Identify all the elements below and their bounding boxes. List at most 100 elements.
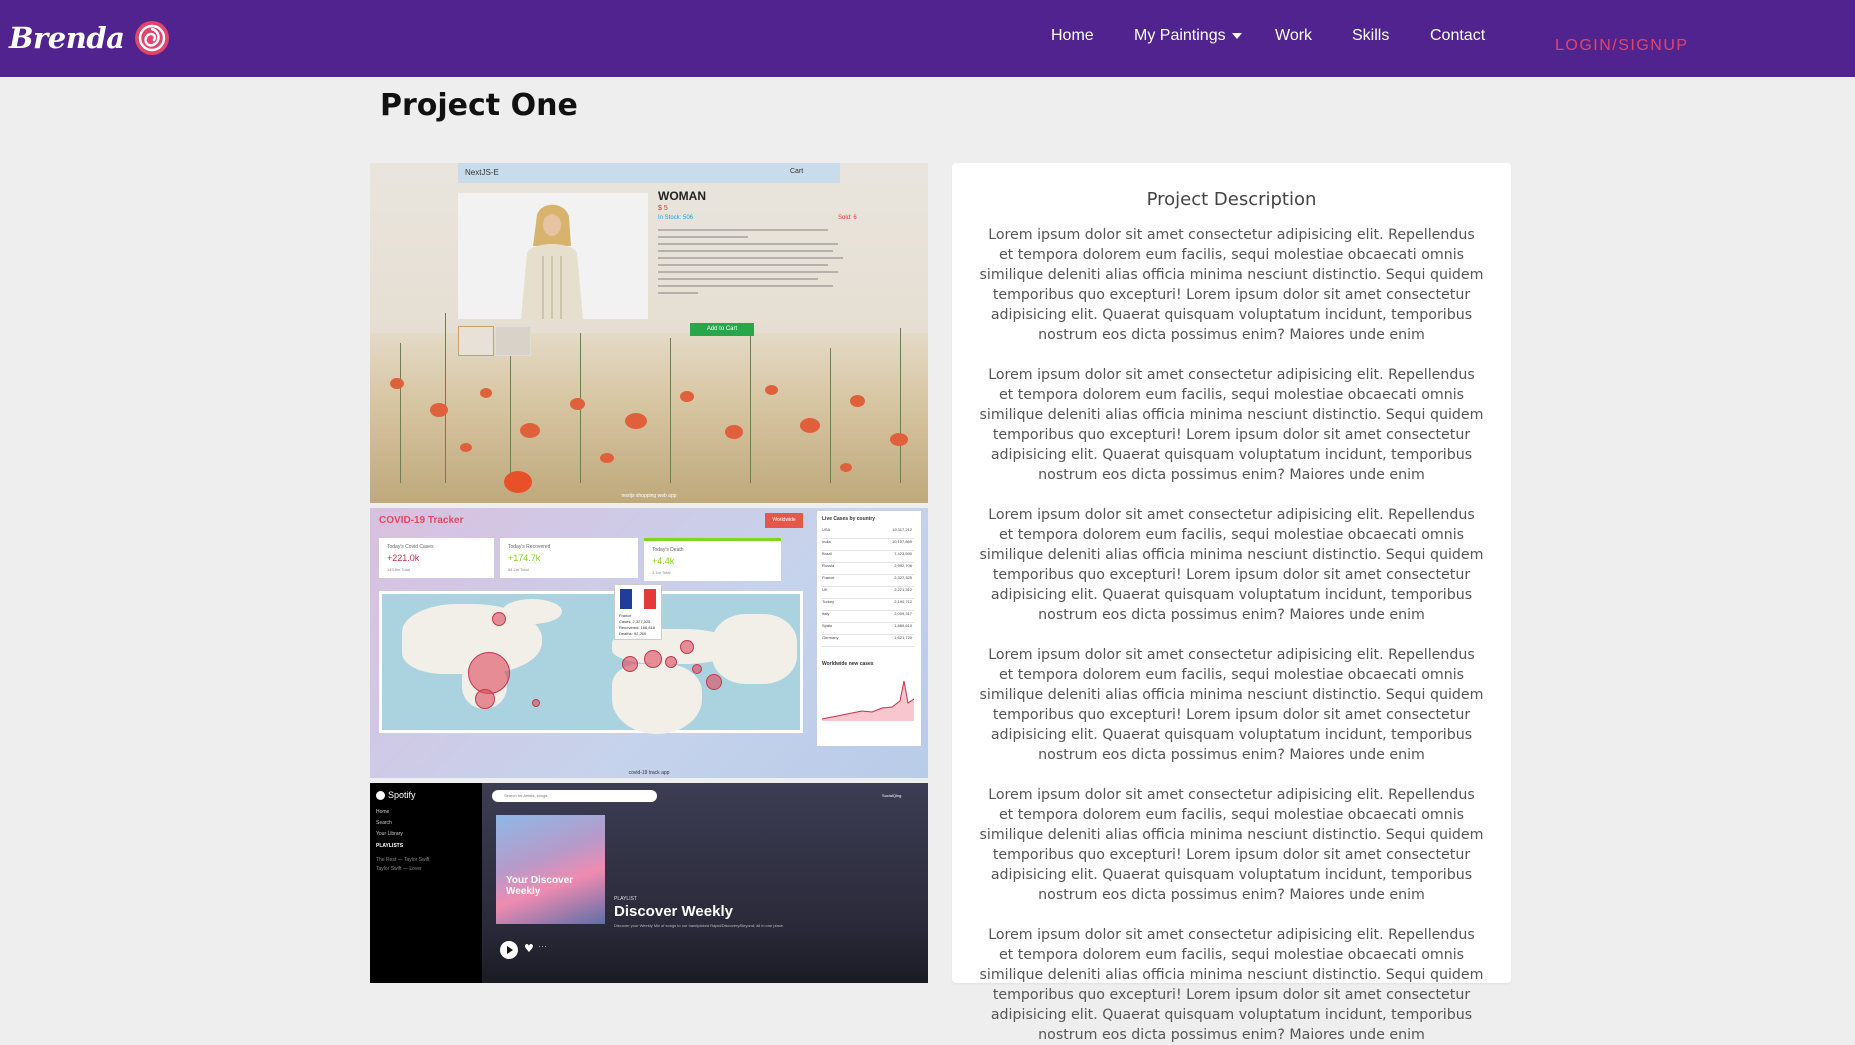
country-value: 2,009,317 [894, 611, 912, 616]
product-photo [458, 193, 648, 319]
nav-work[interactable]: Work [1275, 27, 1312, 45]
card-value: +221.0k [387, 553, 420, 563]
country-value: 2,221,312 [894, 587, 912, 592]
nav-home[interactable]: Home [1051, 27, 1094, 45]
covid-map-popup: France Cases: 2,327,325 Recovered: 168,8… [614, 584, 662, 640]
card-label: Today's Recovered [508, 544, 551, 550]
popup-details: France Cases: 2,327,325 Recovered: 168,8… [619, 613, 655, 637]
country-value: 1,621,720 [894, 635, 912, 640]
country-name: Brazil [822, 551, 833, 556]
spotify-user: SocialQing [882, 793, 902, 798]
nav-my-paintings[interactable]: My Paintings [1134, 27, 1242, 45]
heart-icon: ♥ [524, 942, 534, 955]
country-name: Italy [822, 611, 830, 616]
country-name: Spain [822, 623, 833, 628]
country-name: France [822, 575, 835, 580]
description-title: Project Description [1146, 189, 1317, 210]
nav-my-paintings-label: My Paintings [1134, 27, 1226, 44]
product-price: $ 5 [658, 205, 668, 212]
country-value: 10,107,869 [891, 539, 912, 544]
spotify-nav-home: Home [376, 809, 390, 815]
card-sub: 3.1m Total [652, 570, 671, 575]
card-label: Today's Covid Cases [387, 544, 434, 550]
country-name: UK [822, 587, 828, 592]
country-row: USA 19,117,212 [822, 527, 914, 539]
play-icon [500, 941, 518, 959]
rose-icon [135, 21, 170, 55]
worldwide-cases-chart [822, 680, 914, 721]
live-cases-title: Live Cases by country [822, 516, 876, 522]
nav-skills[interactable]: Skills [1352, 27, 1389, 45]
card-value: +4.4k [652, 556, 675, 566]
worldwide-chart-title: Worldwide new cases [822, 661, 874, 667]
country-name: Turkey [822, 599, 835, 604]
popup-deaths: Deaths: 92,260 [619, 631, 647, 636]
screenshot-spotify: Spotify Home Search Your Library PLAYLIS… [370, 783, 928, 983]
product-thumbnail-1 [458, 326, 494, 356]
covid-card-deaths: Today's Death +4.4k 3.1m Total [644, 538, 781, 581]
nav-contact[interactable]: Contact [1430, 27, 1485, 45]
playlist-cover-text: Your Discover Weekly [506, 875, 574, 897]
country-name: Germany [822, 635, 839, 640]
country-name: Russia [822, 563, 835, 568]
country-value: 19,117,212 [892, 527, 912, 532]
spotify-playlist-item: Taylor Swift — Lover [376, 866, 422, 872]
card-sub: 84.2m Total [508, 567, 529, 572]
screenshot-shop: NextJS-E Cart WOMAN $ 5 In Stock: 506 So… [370, 163, 928, 503]
shop-brand: NextJS-E [465, 168, 499, 177]
product-description-lines [658, 229, 848, 299]
country-value: 7,423,590 [894, 551, 912, 556]
card-label: Today's Death [652, 547, 684, 553]
description-paragraph: Lorem ipsum dolor sit amet consectetur a… [979, 647, 1484, 763]
card-value: +174.7k [508, 553, 541, 563]
country-row: Germany 1,621,720 [822, 635, 914, 647]
project-screenshots: NextJS-E Cart WOMAN $ 5 In Stock: 506 So… [370, 163, 928, 983]
brand-name: Brenda [9, 21, 125, 55]
description-paragraph: Lorem ipsum dolor sit amet consectetur a… [979, 227, 1484, 343]
playlist-label: PLAYLIST [614, 896, 637, 902]
spotify-nav-library: Your Library [376, 831, 403, 837]
country-row: UK 2,221,312 [822, 587, 914, 599]
country-row: Italy 2,009,317 [822, 611, 914, 623]
add-to-cart-button: Add to Cart [690, 323, 754, 336]
shop-caption: nextjs shopping web app [621, 493, 677, 499]
country-row: France 2,327,325 [822, 575, 914, 587]
spotify-logo-text: Spotify [388, 790, 416, 800]
country-row: Brazil 7,423,590 [822, 551, 914, 563]
playlist-description: Discover your Weekly Mix of songs to our… [614, 923, 785, 928]
covid-card-recovered: Today's Recovered +174.7k 84.2m Total [500, 538, 638, 578]
country-value: 2,190,712 [894, 599, 912, 604]
product-sold: Sold: 6 [838, 215, 857, 221]
spotify-playlists-label: PLAYLISTS [376, 843, 404, 849]
covid-title: COVID-19 Tracker [379, 515, 464, 526]
project-description-card: Project Description Lorem ipsum dolor si… [952, 163, 1511, 1043]
product-thumbnail-2 [495, 326, 531, 356]
description-paragraph: Lorem ipsum dolor sit amet consectetur a… [979, 787, 1484, 903]
spotify-sidebar: Spotify Home Search Your Library PLAYLIS… [370, 783, 482, 983]
model-image [521, 204, 583, 319]
product-stock: In Stock: 506 [658, 215, 694, 221]
spotify-logo: Spotify [376, 790, 416, 800]
covid-card-cases: Today's Covid Cases +221.0k 145.8m Total [379, 538, 494, 578]
country-row: Turkey 2,190,712 [822, 599, 914, 611]
country-value: 2,327,325 [894, 575, 912, 580]
more-icon: ··· [538, 941, 547, 951]
spotify-icon [376, 790, 385, 800]
brand-logo[interactable]: Brenda [9, 18, 172, 58]
shop-top-bar [458, 163, 840, 183]
country-row: Russia 2,992,706 [822, 563, 914, 575]
spotify-nav-search: Search [376, 820, 392, 826]
login-signup-link[interactable]: LOGIN/SIGNUP [1555, 37, 1689, 55]
description-paragraph: Lorem ipsum dolor sit amet consectetur a… [979, 367, 1484, 483]
spotify-playlist-item: The Rest — Taylor Swift [376, 857, 430, 863]
country-name: India [822, 539, 831, 544]
description-paragraph: Lorem ipsum dolor sit amet consectetur a… [979, 507, 1484, 623]
france-flag-icon [620, 589, 656, 609]
country-row: Spain 1,869,610 [822, 623, 914, 635]
playlist-title: Discover Weekly [614, 903, 733, 920]
country-name: USA [822, 527, 831, 532]
caret-down-icon [1231, 32, 1242, 39]
playlist-cover: Your Discover Weekly [496, 815, 605, 924]
product-title: WOMAN [658, 189, 706, 203]
spotify-main: Search for Artists, songs SocialQing You… [482, 783, 928, 983]
